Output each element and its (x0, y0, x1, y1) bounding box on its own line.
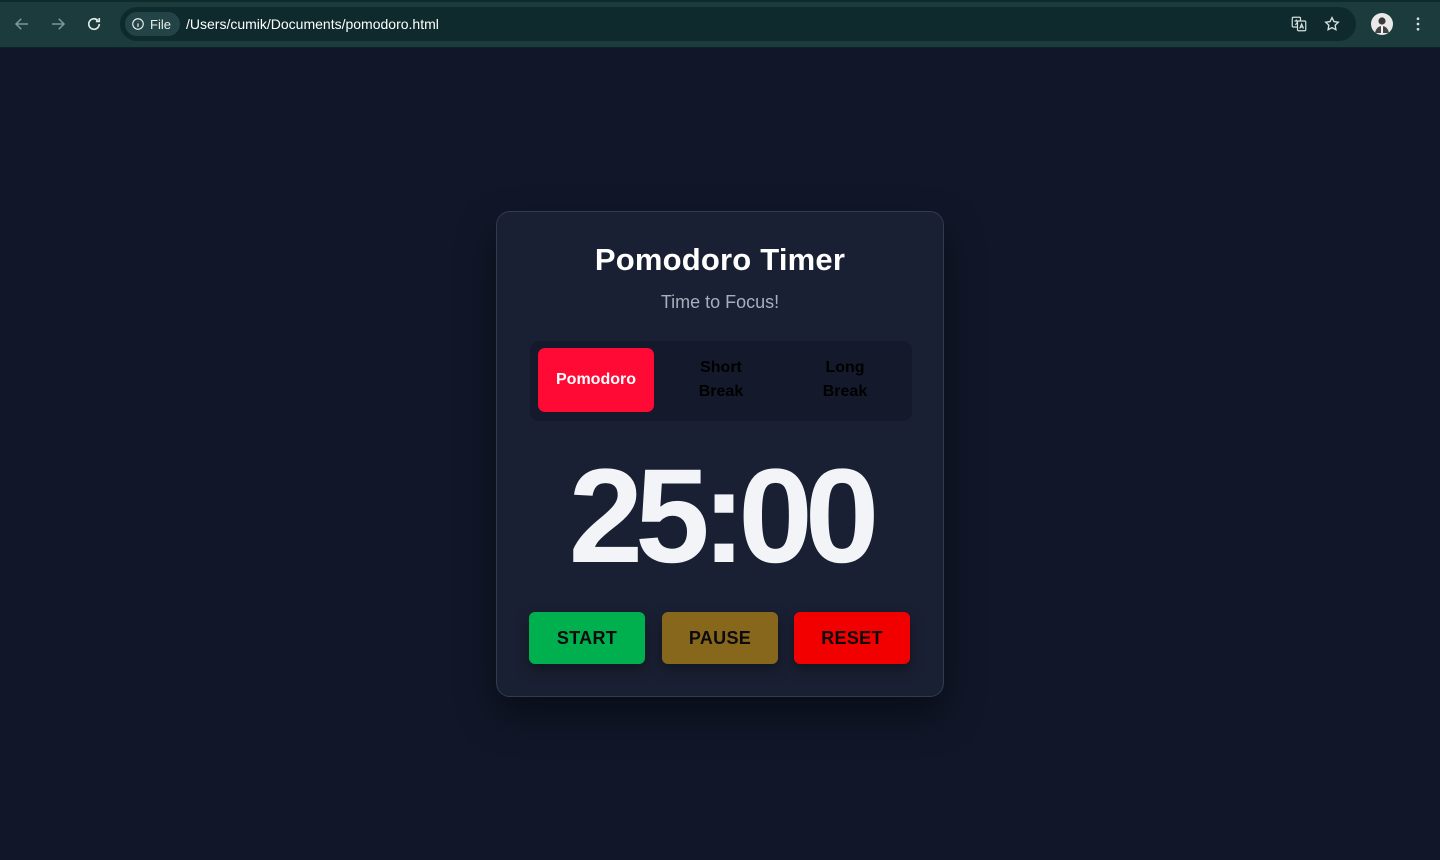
start-button[interactable]: START (529, 612, 645, 664)
browser-toolbar: File /Users/cumik/Documents/pomodoro.htm… (0, 0, 1440, 48)
pause-button[interactable]: PAUSE (662, 612, 778, 664)
status-subtitle: Time to Focus! (660, 292, 780, 312)
forward-arrow-icon (52, 18, 66, 30)
pomodoro-card: Pomodoro Timer Time to Focus! Pomodoro S… (496, 211, 944, 697)
mode-tab-pomodoro[interactable]: Pomodoro (538, 348, 654, 412)
person-icon (1375, 17, 1389, 33)
reload-button[interactable] (80, 10, 108, 38)
bookmark-button[interactable] (1321, 13, 1343, 35)
reload-icon (87, 17, 101, 31)
mode-tab-long-break[interactable]: Long Break (787, 348, 903, 412)
translate-button[interactable] (1288, 13, 1310, 35)
profile-avatar[interactable] (1371, 13, 1393, 35)
more-vert-icon (1416, 17, 1420, 31)
address-bar[interactable]: File /Users/cumik/Documents/pomodoro.htm… (120, 7, 1356, 41)
info-icon (132, 18, 144, 30)
mode-tab-label: Short Break (698, 359, 744, 400)
browser-menu-button[interactable] (1406, 12, 1430, 36)
site-info-chip[interactable]: File (125, 12, 180, 36)
mode-tab-label: Pomodoro (556, 371, 636, 388)
url-text[interactable]: /Users/cumik/Documents/pomodoro.html (186, 7, 439, 41)
reset-button[interactable]: RESET (794, 612, 910, 664)
translate-icon (1291, 16, 1307, 32)
page-title: Pomodoro Timer (594, 242, 846, 277)
mode-selector: Pomodoro Short Break Long Break (530, 341, 912, 421)
back-arrow-icon (14, 18, 28, 30)
mode-tab-label: Long Break (822, 359, 868, 400)
timer-display: 25:00 (568, 442, 880, 591)
scheme-label: File (150, 16, 171, 32)
back-button[interactable] (8, 10, 36, 38)
tab-strip-edge (0, 0, 1440, 2)
mode-tab-short-break[interactable]: Short Break (663, 348, 779, 412)
forward-button[interactable] (44, 10, 72, 38)
star-icon (1324, 16, 1340, 31)
